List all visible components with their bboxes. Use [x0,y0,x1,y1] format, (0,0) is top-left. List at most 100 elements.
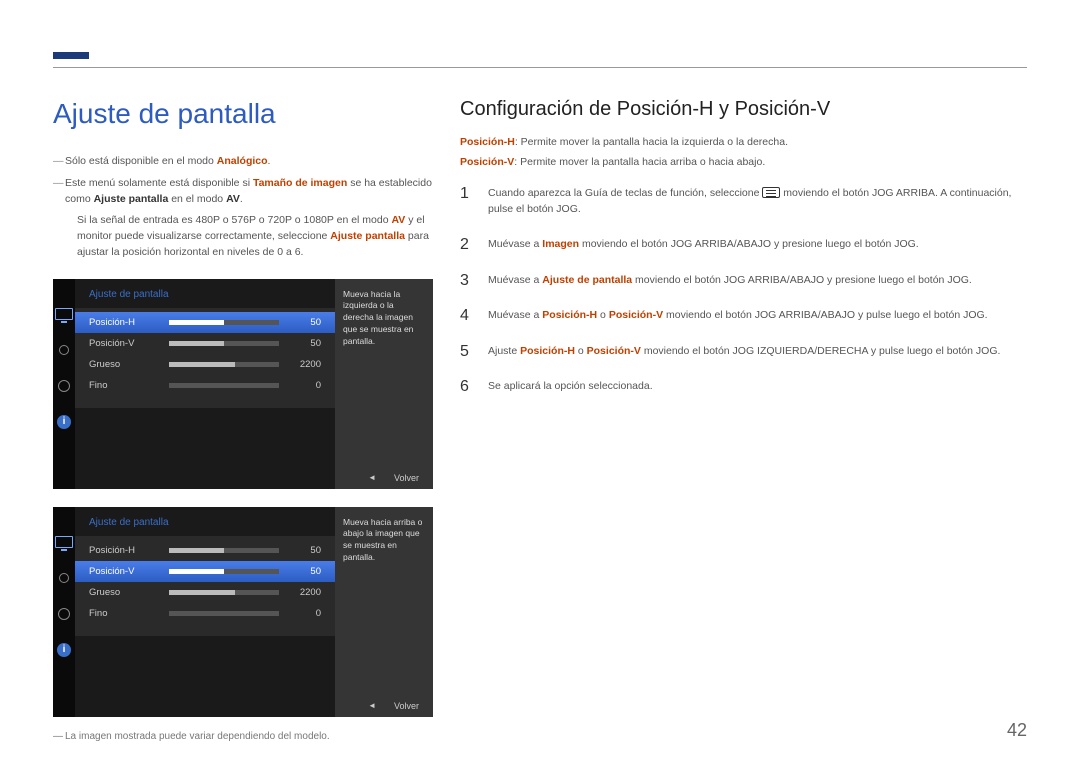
desc-text: : Permite mover la pantalla hacia arriba… [514,156,765,168]
osd-menu: Ajuste de pantalla Posición-H50Posición-… [75,507,335,717]
note-bold: AV [226,193,240,205]
note-text: Si la señal de entrada es 480P o 576P o … [77,214,391,226]
brightness-icon [55,571,73,585]
osd-row-label: Posición-V [89,566,161,577]
osd-menu-row: Fino 0 [75,375,335,396]
desc-label: Posición-H [460,136,515,148]
image-caption: La imagen mostrada puede variar dependie… [53,731,433,742]
osd-row-bar [169,320,279,325]
osd-row-bar [169,341,279,346]
header-divider [53,67,1027,68]
step-part: Muévase a [488,309,542,321]
osd-menu-row: Grueso2200 [75,582,335,603]
step-part: moviendo el botón JOG IZQUIERDA/DERECHA … [641,345,1001,357]
step-part: Muévase a [488,274,542,286]
osd-main: Ajuste de pantalla Posición-H50Posición-… [75,507,433,717]
note-bold: Ajuste pantalla [330,230,405,242]
osd-rows: Posición-H 50 Posición-V 50 Grueso2200 Fino 0 [75,536,335,636]
osd-row-label: Posición-H [89,317,161,328]
back-arrow-icon: ◄ [368,701,376,710]
note-text: Este menú solamente está disponible si [65,177,253,189]
step-bold: Imagen [542,238,579,250]
desc-posv: Posición-V: Permite mover la pantalla ha… [460,155,1028,171]
gear-icon [55,379,73,393]
info-icon: i [57,415,71,429]
osd-row-label: Fino [89,380,161,391]
step-part: Cuando aparezca la Guía de teclas de fun… [488,187,762,199]
osd-menu-row: Posición-V 50 [75,561,335,582]
header-accent-bar [53,52,89,59]
step-part: moviendo el botón JOG ARRIBA/ABAJO y pre… [632,274,972,286]
section-title: Configuración de Posición-H y Posición-V [460,98,1028,121]
note-text: Sólo está disponible en el modo [65,155,217,167]
osd-row-value: 50 [287,338,321,349]
back-arrow-icon: ◄ [368,473,376,482]
step-1: 1 Cuando aparezca la Guía de teclas de f… [460,185,1028,219]
osd-row-value: 0 [287,380,321,391]
osd-row-bar-fill [169,320,224,325]
osd-row-bar [169,548,279,553]
osd-footer: ◄ Volver [368,701,419,711]
step-number: 2 [460,236,474,254]
step-text: Cuando aparezca la Guía de teclas de fun… [488,185,1028,219]
step-5: 5 Ajuste Posición-H o Posición-V moviend… [460,343,1028,361]
step-number: 5 [460,343,474,361]
note-text: en el modo [168,193,226,205]
osd-row-bar-fill [169,362,235,367]
note-menu-availability: Este menú solamente está disponible si T… [53,176,433,208]
steps-list: 1 Cuando aparezca la Guía de teclas de f… [460,185,1028,397]
osd-hint: Mueva hacia la izquierda o la derecha la… [335,279,433,489]
info-icon: i [57,643,71,657]
osd-row-value: 0 [287,608,321,619]
step-3: 3 Muévase a Ajuste de pantalla moviendo … [460,272,1028,290]
osd-footer: ◄ Volver [368,473,419,483]
note-bold: AV [391,214,405,226]
step-bold: Posición-H [542,309,597,321]
step-number: 4 [460,307,474,325]
note-bold: Ajuste pantalla [94,193,169,205]
step-text: Muévase a Ajuste de pantalla moviendo el… [488,272,1028,290]
osd-sidebar: i [53,507,75,717]
osd-row-label: Grueso [89,587,161,598]
right-column: Configuración de Posición-H y Posición-V… [460,98,1028,414]
desc-posh: Posición-H: Permite mover la pantalla ha… [460,135,1028,151]
step-part: moviendo el botón JOG ARRIBA/ABAJO y pre… [579,238,919,250]
osd-row-bar [169,362,279,367]
step-text: Ajuste Posición-H o Posición-V moviendo … [488,343,1028,361]
osd-panel-posh: i Ajuste de pantalla Posición-H50Posició… [53,279,433,489]
footer-return: Volver [394,701,419,711]
osd-row-label: Fino [89,608,161,619]
osd-row-bar [169,383,279,388]
osd-row-value: 2200 [287,359,321,370]
osd-row-value: 50 [287,317,321,328]
step-2: 2 Muévase a Imagen moviendo el botón JOG… [460,236,1028,254]
note-text: . [240,193,243,205]
note-analog: Sólo está disponible en el modo Analógic… [53,154,433,170]
osd-menu-row: Fino 0 [75,603,335,624]
osd-row-value: 50 [287,566,321,577]
osd-row-label: Posición-V [89,338,161,349]
osd-row-value: 50 [287,545,321,556]
step-part: Muévase a [488,238,542,250]
step-text: Se aplicará la opción seleccionada. [488,378,1028,396]
osd-menu-row: Grueso2200 [75,354,335,375]
osd-title: Ajuste de pantalla [75,507,335,536]
osd-sidebar: i [53,279,75,489]
osd-row-bar-fill [169,341,224,346]
page-number: 42 [1007,720,1027,741]
osd-rows: Posición-H 50 Posición-V 50 Grueso2200 Fino 0 [75,308,335,408]
osd-menu-row: Posición-H 50 [75,540,335,561]
osd-menu-row: Posición-V 50 [75,333,335,354]
osd-main: Ajuste de pantalla Posición-H50Posición-… [75,279,433,489]
osd-menu-row: Posición-H 50 [75,312,335,333]
osd-panel-posv: i Ajuste de pantalla Posición-H50Posició… [53,507,433,717]
step-bold: Posición-H [520,345,575,357]
note-sub: Si la señal de entrada es 480P o 576P o … [53,213,433,260]
note-bold: Analógico [217,155,268,167]
step-part: o [597,309,609,321]
osd-row-label: Posición-H [89,545,161,556]
monitor-icon [55,535,73,549]
step-text: Muévase a Posición-H o Posición-V movien… [488,307,1028,325]
page-title: Ajuste de pantalla [53,98,433,130]
left-column: Ajuste de pantalla Sólo está disponible … [53,98,433,742]
